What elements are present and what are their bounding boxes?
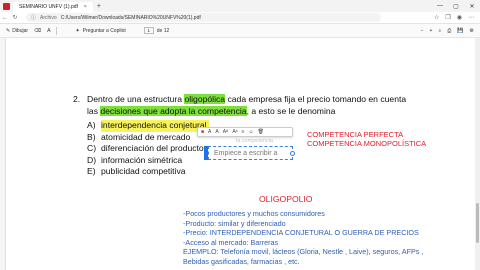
zoom-out-icon[interactable]: − [421,28,424,34]
oligopolio-notes: -Pocos productores y muchos consumidores… [183,209,423,267]
emoji-icon[interactable]: ☺ [248,129,253,135]
title-bar: SEMINARIO UNFV (1).pdf × + — ▢ ✕ [0,0,480,12]
color-picker-icon[interactable]: ■ [201,129,204,135]
annotation-placeholder: Empiece a escribir a [214,149,278,157]
close-window-button[interactable]: ✕ [464,3,480,10]
browser-tab[interactable]: SEMINARIO UNFV (1).pdf × [13,2,93,12]
text-format-popup: ■ A A Aᴬ Aᵃ ≡ ☺ 🗑 [197,127,293,137]
oligopolio-title: OLIGOPOLIO [259,194,313,204]
print-icon[interactable]: ⎙ [447,28,451,34]
competencia-perfecta: COMPETENCIA PERFECTA [307,130,404,139]
back-icon[interactable]: ← [0,15,10,21]
address-bar: ← ↻ ⓘ Archivo C:/Users/Wilmer/Downloads/… [0,12,480,24]
question-text: 2. Dentro de una estructura oligopólica … [73,93,413,117]
question-part: , a esto se le denomina [246,106,336,116]
search-icon[interactable]: ⌕ [438,28,441,34]
draw-tool[interactable]: ✎ Dibujar [6,28,28,34]
pdf-toolbar: ✎ Dibujar ⌫ A ✦ Preguntar a Copilot 1 de… [0,24,480,38]
zoom-in-icon[interactable]: + [430,28,433,34]
copilot-label: Preguntar a Copilot [82,27,126,34]
font-tool-button[interactable]: Aᵃ [232,129,237,135]
settings-icon[interactable]: ⚙ [470,28,474,34]
oligopolio-item: Bebidas gasificadas, farmacias , etc. [183,256,300,266]
profile-icon[interactable]: ◉ [457,14,462,21]
option-text: interdependencia conjetural [101,120,209,132]
more-icon[interactable]: ⋯ [468,14,474,21]
eraser-tool[interactable]: ⌫ [34,28,41,34]
page-indicator: 1 de 12 [143,27,170,34]
question-number: 2. [73,94,81,104]
competencia-monopolistica: COMPETENCIA MONOPOLÍSTICA [307,139,427,148]
option-key: D) [87,154,97,165]
delete-icon[interactable]: 🗑 [258,129,264,135]
pen-icon: ✎ [6,27,11,34]
toolbar-divider [56,26,58,35]
option-key: C) [87,143,97,153]
option-d: D) información simétrica [87,155,209,167]
option-key: B) [87,131,96,142]
page-of-label: de 12 [156,27,170,34]
refresh-icon[interactable]: ↻ [10,14,20,21]
font-tool-button[interactable]: Aᴬ [223,129,229,135]
collections-icon[interactable]: ❐ [445,14,450,21]
faint-text: la competencia [236,138,273,144]
eraser-icon: ⌫ [34,27,42,34]
options-list: A) interdependencia conjetural B) atomicid… [87,120,209,178]
save-icon[interactable]: 💾 [457,28,463,34]
competencia-notes: COMPETENCIA PERFECTA COMPETENCIA MONOPOL… [307,130,426,148]
oligopolio-item: -Pocos productores y muchos consumidores [183,209,325,218]
maximize-button[interactable]: ▢ [448,3,464,10]
option-c: C) diferenciación del producto [87,143,209,155]
option-key: E) [87,166,96,176]
url-field[interactable]: ⓘ Archivo C:/Users/Wilmer/Downloads/SEMI… [26,13,381,22]
option-text: información simétrica [101,154,183,165]
option-b: B) atomicidad de mercado [87,132,209,144]
scroll-thumb[interactable] [476,203,479,243]
new-tab-button[interactable]: + [97,3,101,10]
left-sidebar [0,38,6,270]
page-input[interactable]: 1 [143,27,154,34]
favorite-icon[interactable]: ☆ [434,14,439,21]
pdf-icon [3,2,10,10]
highlight-decisiones: decisiones que adopta la competencia [100,106,247,116]
close-tab-icon[interactable]: × [84,2,87,12]
option-a: A) interdependencia conjetural [87,120,209,132]
text-annotation-box[interactable]: Empiece a escribir a [204,146,295,160]
option-text: diferenciación del producto [101,143,204,153]
font-tool-button[interactable]: A [215,129,218,135]
file-icon: ⓘ [31,15,37,21]
option-text: publicidad competitiva [101,166,186,176]
oligopolio-item: EJEMPLO: Telefonía movil, lácteos (Glori… [183,247,424,257]
text-cursor-bar [204,146,208,160]
option-key: A) [87,120,96,130]
highlight-oligopolica: oligopólica [184,94,226,104]
url-label: Archivo [40,14,57,21]
text-icon: A [47,27,51,34]
draw-label: Dibujar [12,27,29,34]
oligopolio-item: -Acceso al mercado: Barreras [183,237,279,247]
copilot-icon: ✦ [75,27,80,34]
resize-handle[interactable] [290,151,295,156]
url-text: C:/Users/Wilmer/Downloads/SEMINARIO%20UN… [60,14,201,21]
option-text: atomicidad de mercado [101,131,191,142]
minimize-button[interactable]: — [432,3,448,10]
align-icon[interactable]: ≡ [242,129,245,135]
text-tool[interactable]: A [47,28,50,34]
copilot-button[interactable]: ✦ Preguntar a Copilot [71,27,129,35]
font-tool-button[interactable]: A [208,129,211,135]
oligopolio-item: -Producto: similar y diferenciado [183,218,286,228]
oligopolio-item: -Precio: INTERDEPENDENCIA CONJETURAL O G… [183,228,419,238]
option-e: E) publicidad competitiva [87,166,209,178]
tab-title: SEMINARIO UNFV (1).pdf [19,4,78,10]
scrollbar[interactable] [475,38,480,270]
question-part: Dentro de una estructura [87,94,185,104]
